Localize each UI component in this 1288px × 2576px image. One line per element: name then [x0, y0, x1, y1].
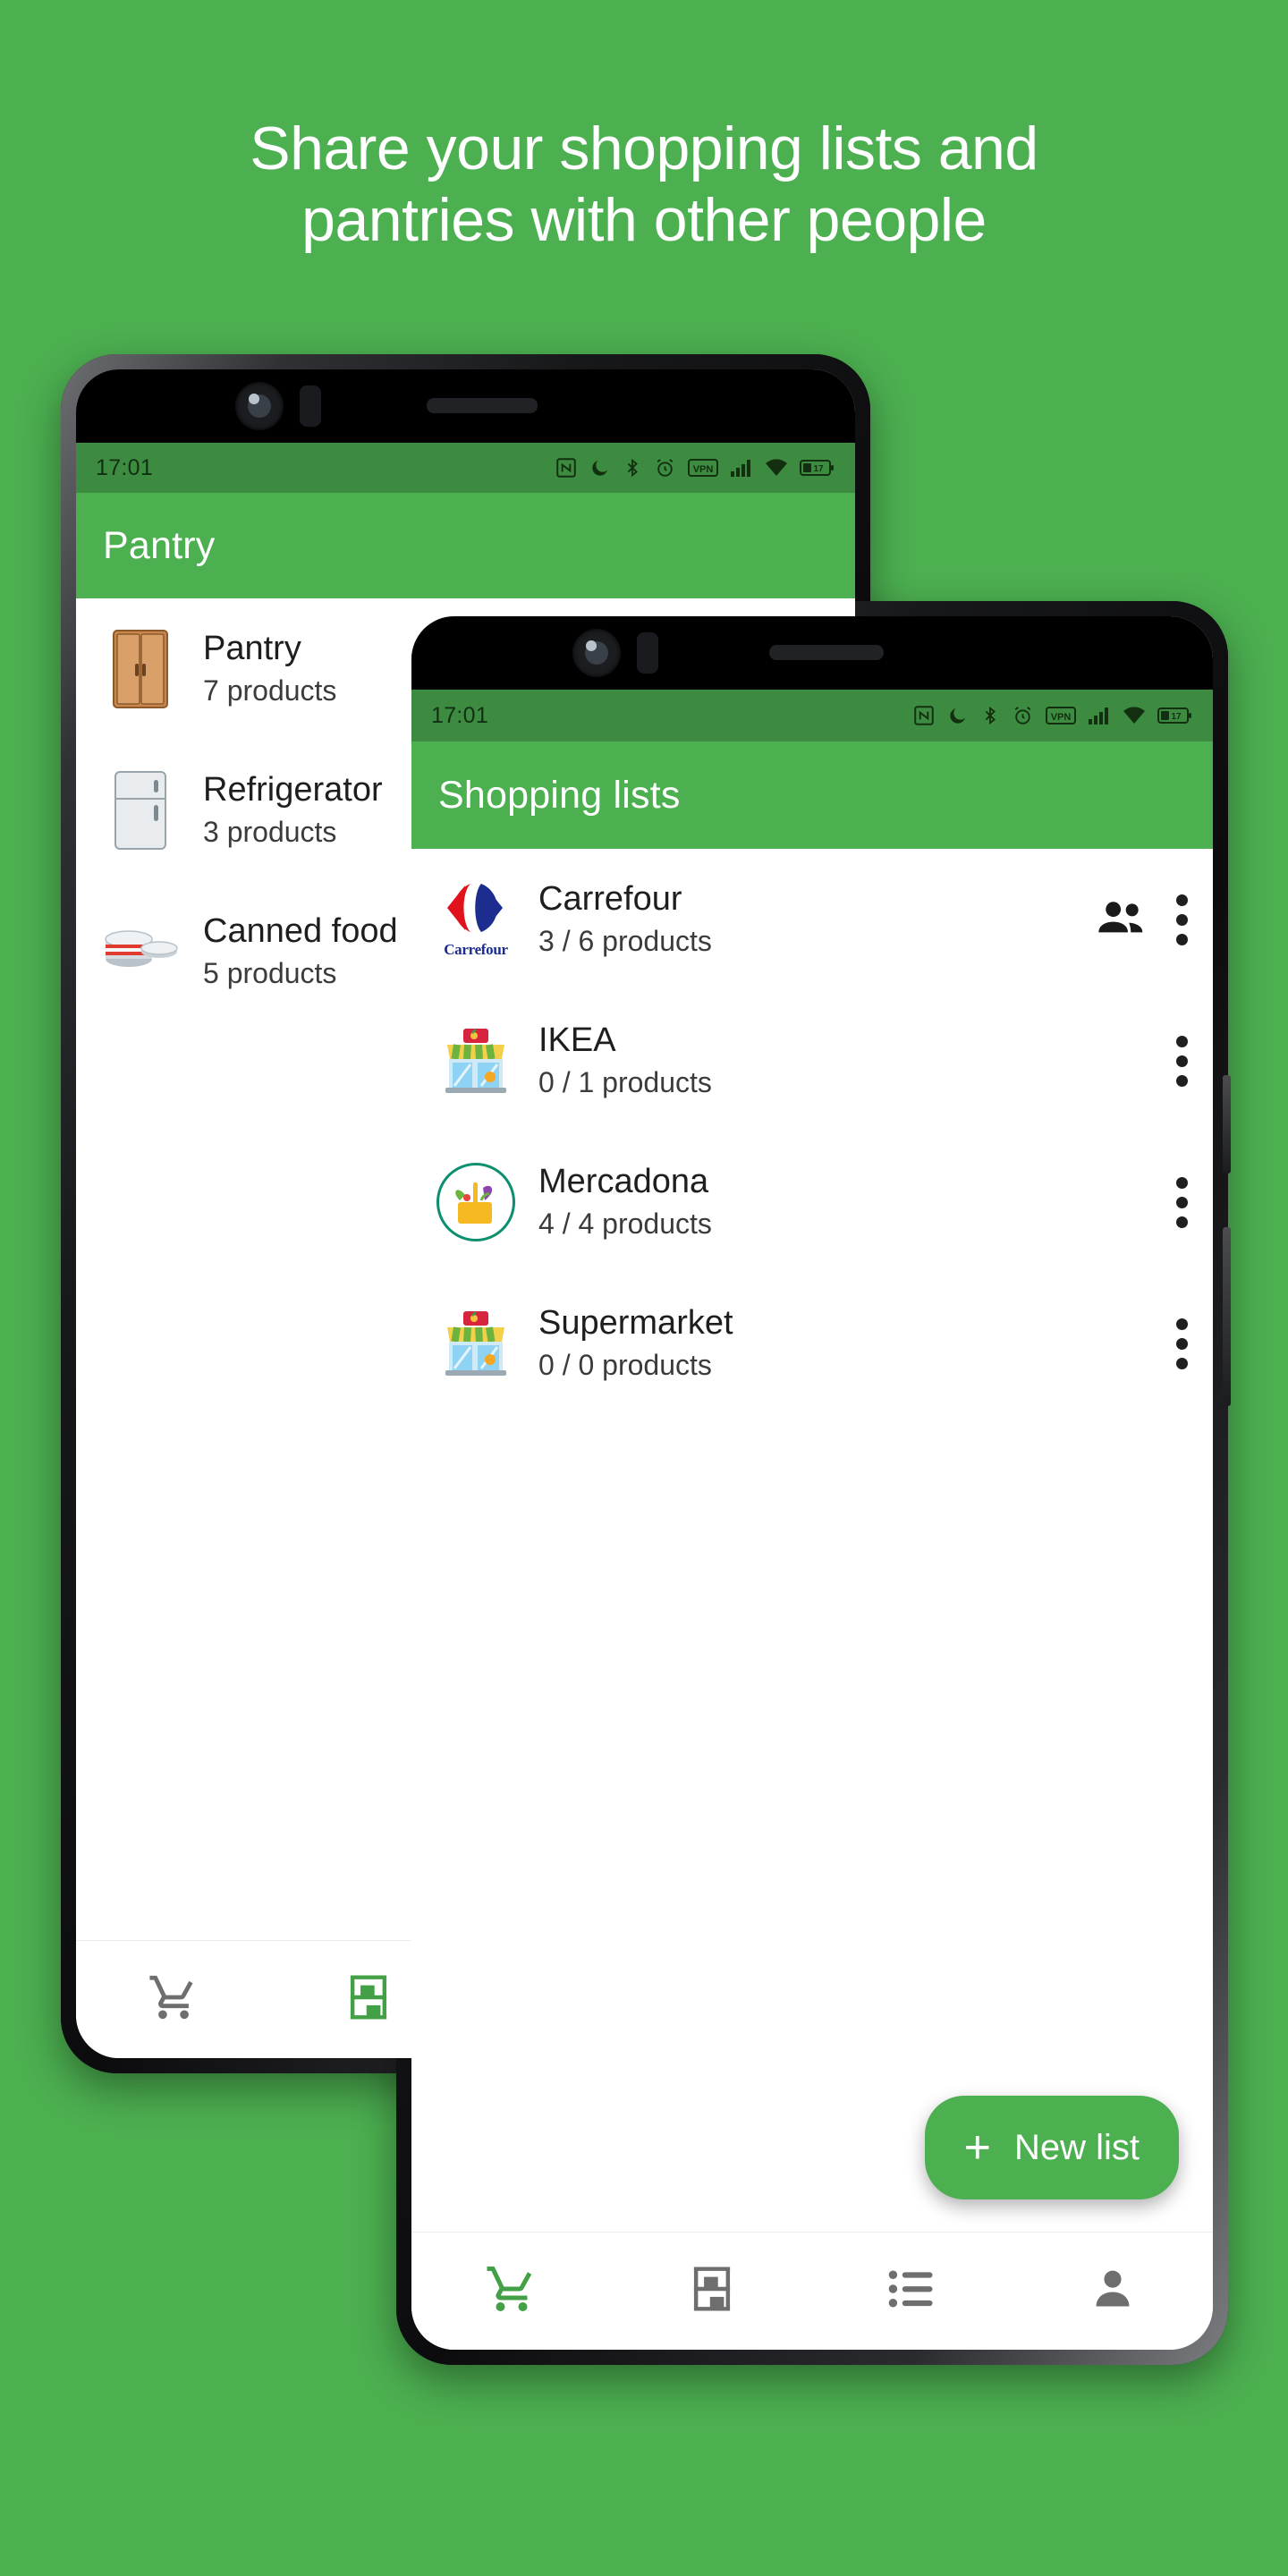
alarm-icon: [1012, 705, 1034, 727]
nfc-icon: [912, 704, 936, 727]
table-row-subtitle: 0 / 0 products: [538, 1349, 712, 1382]
table-row[interactable]: Mercadona 4 / 4 products: [411, 1131, 1213, 1273]
list-icon: [888, 2267, 936, 2315]
headline-line-1: Share your shopping lists and: [250, 114, 1038, 182]
front-camera-icon: [235, 382, 284, 430]
nav-item-lists[interactable]: [812, 2267, 1013, 2315]
convenience-store-icon: [435, 1302, 517, 1385]
earpiece-icon: [769, 645, 884, 660]
bluetooth-icon: [623, 457, 642, 479]
headline-line-2: pantries with other people: [301, 186, 987, 255]
carrefour-logo-icon: Carrefour: [435, 878, 517, 961]
cart-icon: [485, 2262, 538, 2320]
refrigerator-icon: [99, 769, 182, 852]
power-button[interactable]: [1223, 1227, 1231, 1406]
bottom-navigation: [411, 2232, 1213, 2350]
new-list-button[interactable]: + New list: [924, 2096, 1179, 2199]
phone-notch-bar: [76, 369, 855, 443]
signal-icon: [730, 458, 753, 478]
overflow-menu-icon[interactable]: [1174, 886, 1190, 953]
svg-text:VPN: VPN: [1051, 712, 1072, 723]
app-bar: Shopping lists: [411, 741, 1213, 849]
nav-item-pantry[interactable]: [612, 2263, 812, 2319]
shopping-lists-list: Carrefour Carrefour 3 / 6 products IKEA …: [411, 849, 1213, 2232]
sensor-icon: [300, 386, 321, 427]
app-bar-title: Pantry: [103, 523, 216, 567]
status-bar: 17:01 VPN 17: [411, 690, 1213, 741]
table-row-name: IKEA: [538, 1021, 616, 1060]
vpn-icon: VPN: [1046, 706, 1076, 725]
wardrobe-icon: [99, 628, 182, 710]
battery-icon: 17: [800, 458, 835, 478]
table-row-name: Supermarket: [538, 1304, 733, 1343]
nfc-icon: [555, 456, 578, 479]
nav-item-shopping-cart[interactable]: [76, 1971, 271, 2028]
table-row[interactable]: IKEA 0 / 1 products: [411, 990, 1213, 1131]
nav-item-profile[interactable]: [1013, 2265, 1213, 2318]
vpn-icon: VPN: [688, 458, 718, 478]
table-row-subtitle: 3 / 6 products: [538, 925, 712, 958]
overflow-menu-icon[interactable]: [1174, 1169, 1190, 1235]
plus-icon: +: [963, 2122, 991, 2174]
do-not-disturb-icon: [947, 705, 969, 726]
table-row[interactable]: Carrefour Carrefour 3 / 6 products: [411, 849, 1213, 990]
svg-text:17: 17: [813, 464, 824, 474]
status-clock: 17:01: [96, 454, 154, 480]
status-clock: 17:01: [431, 702, 489, 728]
sensor-icon: [637, 632, 658, 674]
do-not-disturb-icon: [589, 457, 611, 479]
status-bar: 17:01 VPN 17: [76, 443, 855, 493]
shared-people-icon[interactable]: [1097, 898, 1147, 942]
signal-icon: [1088, 706, 1111, 725]
page-title: Share your shopping lists and pantries w…: [0, 113, 1288, 256]
svg-text:17: 17: [1171, 712, 1182, 722]
bluetooth-icon: [980, 705, 1000, 726]
pantry-shelves-icon: [687, 2263, 737, 2319]
wifi-icon: [765, 458, 788, 478]
nav-item-shopping-cart[interactable]: [411, 2262, 612, 2320]
battery-icon: 17: [1157, 706, 1193, 725]
svg-text:VPN: VPN: [693, 464, 714, 475]
convenience-store-icon: [435, 1020, 517, 1102]
volume-button[interactable]: [1223, 1075, 1231, 1174]
table-row-subtitle: 4 / 4 products: [538, 1208, 712, 1241]
table-row-name: Mercadona: [538, 1163, 709, 1201]
table-row-subtitle: 0 / 1 products: [538, 1066, 712, 1099]
overflow-menu-icon[interactable]: [1174, 1310, 1190, 1377]
app-bar: Pantry: [76, 493, 855, 598]
wifi-icon: [1123, 706, 1146, 725]
canned-food-icon: [99, 911, 182, 993]
phone-notch-bar: [411, 616, 1213, 690]
table-row-name: Carrefour: [538, 880, 682, 919]
mercadona-logo-icon: [435, 1161, 517, 1243]
cart-icon: [148, 1971, 199, 2028]
carrefour-wordmark: Carrefour: [444, 941, 508, 958]
new-list-label: New list: [1013, 2127, 1140, 2167]
overflow-menu-icon[interactable]: [1174, 1028, 1190, 1094]
app-bar-title: Shopping lists: [438, 773, 681, 817]
phone-mockup-shopping-lists: 17:01 VPN 17 Shopping lists Carrefour Ca…: [396, 601, 1231, 2365]
table-row[interactable]: Supermarket 0 / 0 products: [411, 1273, 1213, 1414]
person-icon: [1089, 2265, 1136, 2318]
alarm-icon: [654, 457, 676, 479]
pantry-shelves-icon: [343, 1971, 394, 2028]
front-camera-icon: [572, 629, 621, 677]
earpiece-icon: [427, 398, 538, 413]
